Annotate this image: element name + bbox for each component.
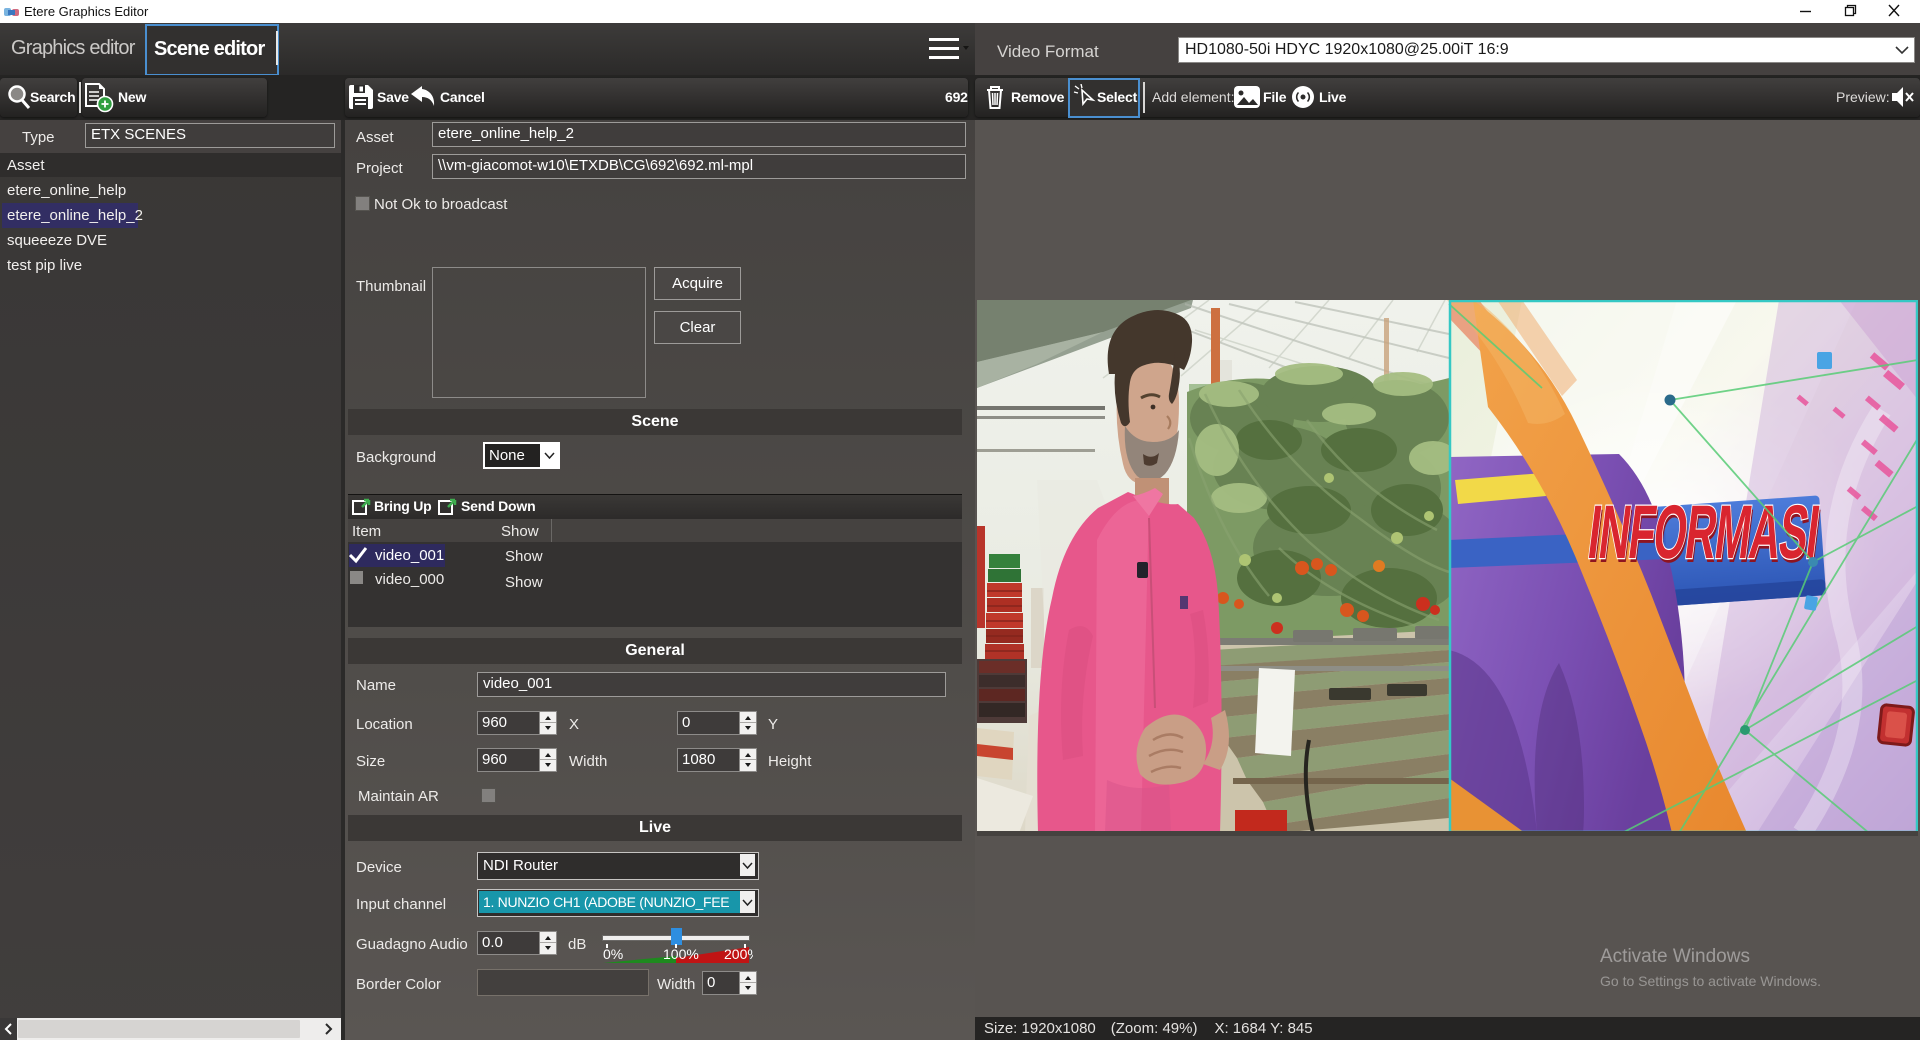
- svg-text:0%: 0%: [603, 946, 623, 962]
- svg-text:200%: 200%: [724, 946, 753, 962]
- svg-text:100%: 100%: [663, 946, 699, 962]
